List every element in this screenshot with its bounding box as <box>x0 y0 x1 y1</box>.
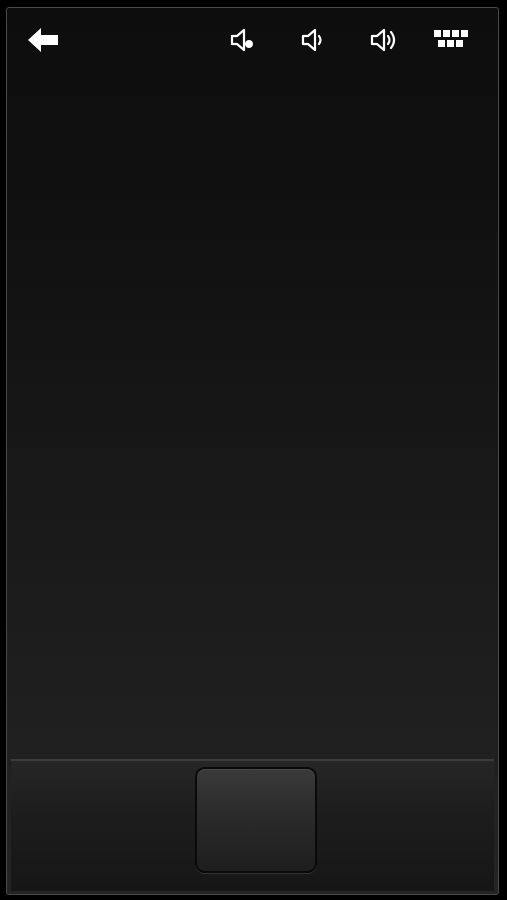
keyboard-icon <box>433 27 469 53</box>
mute-button[interactable] <box>223 22 263 58</box>
speaker-mute-icon <box>228 25 258 55</box>
toolbar <box>7 8 498 72</box>
volume-down-button[interactable] <box>294 22 334 58</box>
keyboard-button[interactable] <box>431 22 471 58</box>
speaker-low-icon <box>299 25 329 55</box>
touchpad-area[interactable] <box>7 8 498 758</box>
arrow-left-icon <box>26 26 60 54</box>
back-button[interactable] <box>23 22 63 58</box>
remote-frame <box>6 7 499 895</box>
mouse-button-bar <box>11 759 494 891</box>
mouse-click-button[interactable] <box>195 767 317 873</box>
volume-up-button[interactable] <box>364 22 404 58</box>
speaker-high-icon <box>368 25 400 55</box>
